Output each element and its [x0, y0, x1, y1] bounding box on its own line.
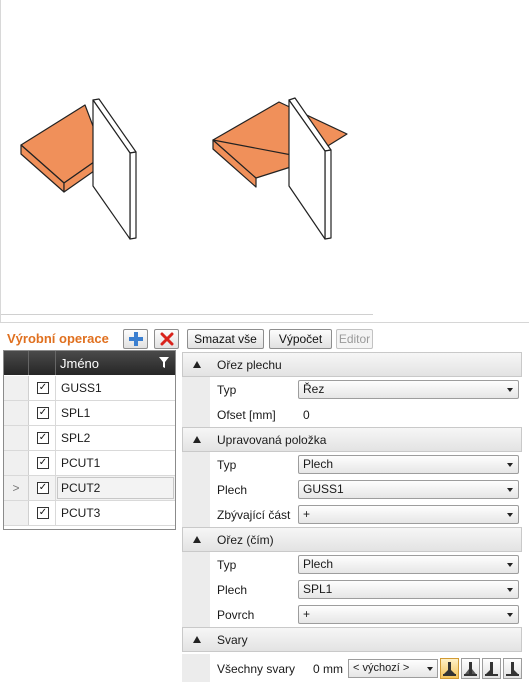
column-header-name[interactable]: Jméno — [60, 356, 99, 371]
weld-right-button[interactable] — [482, 658, 501, 679]
row-name: PCUT2 — [61, 481, 101, 495]
viewport-canvas — [20, 97, 348, 240]
panel-title: Výrobní operace — [7, 331, 109, 346]
chevron-down-icon — [507, 563, 513, 567]
collapse-triangle-icon[interactable] — [193, 636, 201, 643]
checkbox[interactable]: ✓ — [37, 457, 49, 469]
modified-plate-dropdown[interactable]: GUSS1 — [298, 480, 519, 499]
offset-field[interactable]: 0 — [303, 408, 310, 422]
row-selector[interactable] — [4, 376, 29, 400]
cut-type-dropdown[interactable]: Řez — [298, 380, 519, 399]
table-row[interactable]: ✓ PCUT1 — [4, 451, 175, 476]
row-name: SPL2 — [61, 431, 91, 445]
cutting-type-dropdown[interactable]: Plech — [298, 555, 519, 574]
model-preview-left — [20, 98, 137, 240]
property-row-type: Typ Řez — [182, 377, 522, 402]
add-button[interactable] — [123, 329, 148, 349]
section-header-cut-by[interactable]: Ořez (čím) — [182, 527, 522, 552]
operations-toolbar: Výrobní operace Smazat vše Výpočet Edito… — [0, 327, 529, 351]
table-row[interactable]: ✓ PCUT3 — [4, 501, 175, 526]
table-row[interactable]: ✓ SPL2 — [4, 426, 175, 451]
row-checkbox-cell[interactable]: ✓ — [29, 426, 56, 450]
row-selector[interactable] — [4, 401, 29, 425]
chevron-down-icon — [507, 513, 513, 517]
filter-icon[interactable] — [159, 357, 169, 368]
chevron-down-icon — [507, 588, 513, 592]
collapse-triangle-icon[interactable] — [193, 536, 201, 543]
modified-type-dropdown[interactable]: Plech — [298, 455, 519, 474]
row-selector[interactable] — [4, 451, 29, 475]
operations-grid: Jméno ✓ GUSS1 ✓ SPL1 ✓ SPL2 ✓ PCUT1 > ✓ … — [3, 350, 176, 530]
row-checkbox-cell[interactable]: ✓ — [29, 451, 56, 475]
table-row[interactable]: ✓ SPL1 — [4, 401, 175, 426]
row-checkbox-cell[interactable]: ✓ — [29, 376, 56, 400]
property-row-plate: Plech GUSS1 — [182, 477, 522, 502]
chevron-down-icon — [507, 488, 513, 492]
grid-header: Jméno — [4, 351, 175, 375]
row-selector[interactable]: > — [4, 476, 29, 500]
checkbox[interactable]: ✓ — [37, 432, 49, 444]
property-row-plate: Plech SPL1 — [182, 577, 522, 602]
section-header-modified-item[interactable]: Upravovaná položka — [182, 427, 522, 452]
model-preview-right — [212, 97, 348, 240]
fillet-weld-right-icon — [485, 662, 498, 676]
section-header-plate-cut[interactable]: Ořez plechu — [182, 352, 522, 377]
chevron-down-icon — [427, 667, 433, 671]
checkbox[interactable]: ✓ — [37, 382, 49, 394]
row-checkbox-cell[interactable]: ✓ — [29, 476, 56, 500]
property-row-remaining: Zbývající část + — [182, 502, 522, 527]
row-name: PCUT3 — [61, 506, 101, 520]
remaining-part-dropdown[interactable]: + — [298, 505, 519, 524]
delete-button[interactable] — [154, 329, 179, 349]
weld-double-button[interactable] — [461, 658, 480, 679]
compute-button[interactable]: Výpočet — [269, 329, 332, 349]
table-row[interactable]: ✓ GUSS1 — [4, 376, 175, 401]
property-row-surface: Povrch + — [182, 602, 522, 627]
checkbox[interactable]: ✓ — [37, 482, 49, 494]
property-row-all-welds: Všechny svary 0 mm < výchozí > — [182, 654, 522, 682]
cutting-plate-dropdown[interactable]: SPL1 — [298, 580, 519, 599]
row-name: SPL1 — [61, 406, 91, 420]
fillet-weld-double-icon — [464, 662, 477, 676]
3d-viewport[interactable] — [0, 0, 529, 322]
row-checkbox-cell[interactable]: ✓ — [29, 501, 56, 525]
collapse-triangle-icon[interactable] — [193, 361, 201, 368]
weld-size-field[interactable]: 0 mm — [313, 662, 343, 676]
fillet-weld-both-icon — [443, 662, 456, 676]
chevron-down-icon — [507, 388, 513, 392]
properties-panel: Ořez plechu Typ Řez Ofset [mm] 0 Upravov… — [182, 352, 522, 682]
surface-dropdown[interactable]: + — [298, 605, 519, 624]
checkbox[interactable]: ✓ — [37, 407, 49, 419]
section-header-welds[interactable]: Svary — [182, 627, 522, 652]
weld-type-dropdown[interactable]: < výchozí > — [348, 659, 438, 678]
viewport-divider — [1, 314, 373, 315]
plus-icon — [128, 332, 143, 346]
chevron-down-icon — [507, 613, 513, 617]
row-selector[interactable] — [4, 501, 29, 525]
property-row-offset: Ofset [mm] 0 — [182, 402, 522, 427]
row-name: GUSS1 — [61, 381, 102, 395]
row-checkbox-cell[interactable]: ✓ — [29, 401, 56, 425]
property-row-type: Typ Plech — [182, 552, 522, 577]
checkbox[interactable]: ✓ — [37, 507, 49, 519]
weld-left-button[interactable] — [503, 658, 522, 679]
clear-all-button[interactable]: Smazat vše — [187, 329, 264, 349]
manufacturing-operations-panel: Výrobní operace Smazat vše Výpočet Edito… — [0, 322, 529, 682]
collapse-triangle-icon[interactable] — [193, 436, 201, 443]
property-row-type: Typ Plech — [182, 452, 522, 477]
table-row-selected[interactable]: > ✓ PCUT2 — [4, 476, 175, 501]
red-x-icon — [160, 332, 173, 346]
editor-button[interactable]: Editor — [336, 329, 373, 349]
row-selector[interactable] — [4, 426, 29, 450]
chevron-down-icon — [507, 463, 513, 467]
weld-both-sides-button[interactable] — [440, 658, 459, 679]
row-name: PCUT1 — [61, 456, 101, 470]
fillet-weld-left-icon — [506, 662, 519, 676]
